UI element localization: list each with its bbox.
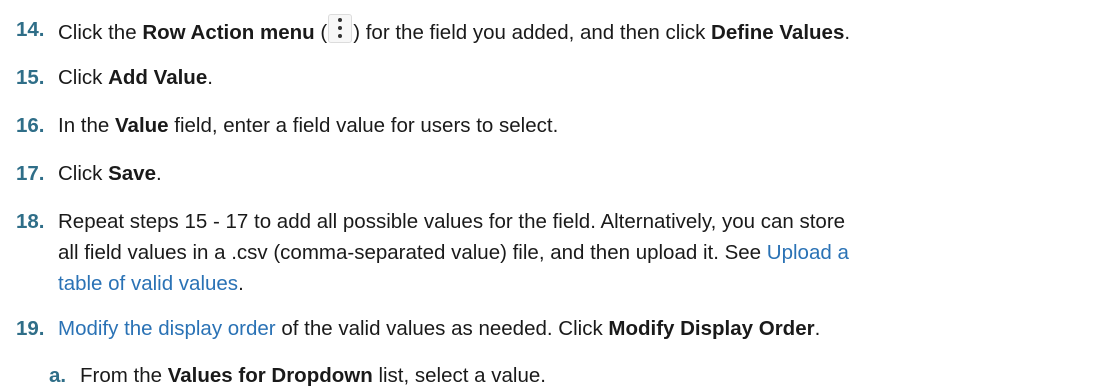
step-text: Click Add Value.	[58, 66, 213, 89]
link-upload-table-of-valid-values[interactable]: Upload a	[767, 241, 849, 264]
ui-term-values-for-dropdown: Values for Dropdown	[167, 364, 373, 387]
step-number: 15.	[16, 66, 45, 89]
link-upload-table-of-valid-values-cont[interactable]: table of valid values	[58, 272, 238, 295]
ui-term-define-values: Define Values	[711, 21, 845, 44]
step-number: 14.	[16, 18, 45, 41]
ui-term-row-action-menu: Row Action menu	[142, 21, 315, 44]
step-text: Click Save.	[58, 162, 162, 185]
step-number: 19.	[16, 317, 45, 340]
step-number: 17.	[16, 162, 45, 185]
substep-text: From the Values for Dropdown list, selec…	[80, 364, 546, 387]
step-number: 16.	[16, 114, 45, 137]
step-text: Repeat steps 15 - 17 to add all possible…	[58, 206, 1095, 299]
step-number: 18.	[16, 210, 45, 233]
kebab-menu-icon	[328, 14, 353, 43]
link-modify-display-order[interactable]: Modify the display order	[58, 317, 276, 340]
step-text: In the Value field, enter a field value …	[58, 114, 559, 137]
ui-term-modify-display-order: Modify Display Order	[608, 317, 815, 340]
step-text: Modify the display order of the valid va…	[58, 317, 821, 340]
substep-letter: a.	[49, 364, 67, 387]
step-text-line: Repeat steps 15 - 17 to add all possible…	[58, 210, 846, 233]
step-text: Click the Row Action menu () for the fie…	[58, 14, 1095, 48]
ui-term-add-value: Add Value	[108, 66, 208, 89]
step-text-line: table of valid values.	[58, 272, 244, 295]
step-text-line: all field values in a .csv (comma-separa…	[58, 241, 849, 264]
ui-term-save: Save	[108, 162, 156, 185]
ui-term-value: Value	[115, 114, 169, 137]
